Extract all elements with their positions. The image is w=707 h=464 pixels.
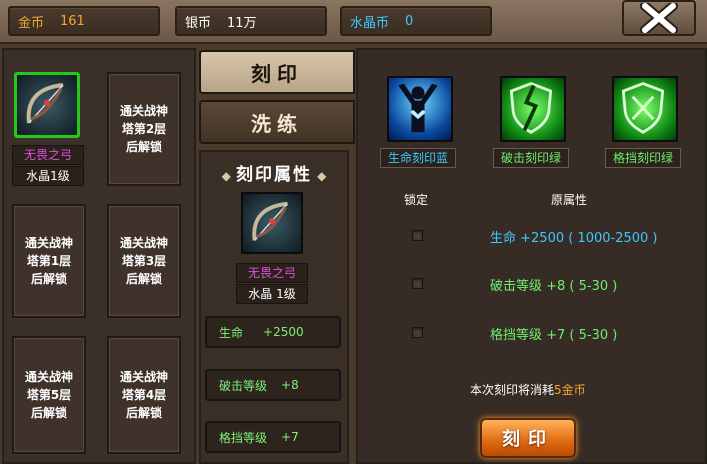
gold-currency: 金币 161 [8, 6, 160, 36]
unlock-hint-line: 塔第5层 [26, 388, 72, 402]
attr-value: +2500 [263, 325, 304, 339]
crystal-currency: 水晶币 0 [340, 6, 492, 36]
engrave-item-level: 水晶 1级 [236, 284, 308, 304]
unlock-hint-line: 后解锁 [125, 140, 162, 154]
broken-shield-icon [500, 76, 566, 142]
diamond-icon: ◆ [221, 169, 231, 183]
unlock-hint-line: 通关战神 [119, 236, 168, 250]
shield-icon [612, 76, 678, 142]
rune-slot-block[interactable] [612, 76, 678, 142]
engrave-item-name: 无畏之弓 [236, 263, 308, 283]
cost-text: 本次刻印将消耗5金币 [470, 381, 586, 398]
unlock-hint-line: 后解锁 [30, 406, 67, 420]
locked-slot[interactable]: 通关战神 塔第5层 后解锁 [12, 336, 86, 454]
unlock-hint-line: 通关战神 [119, 104, 168, 118]
equipped-item-level: 水晶1级 [12, 166, 84, 186]
attr-box-block: 格挡等级 +7 [205, 421, 341, 453]
unlock-hint-line: 后解锁 [125, 272, 162, 286]
close-icon [640, 3, 678, 33]
crystal-label: 水晶币 [350, 15, 390, 31]
unlock-hint-line: 通关战神 [119, 370, 168, 384]
rune-label-block: 格挡刻印绿 [605, 148, 681, 168]
rune-slot-crit[interactable] [500, 76, 566, 142]
attr-column-header: 原属性 [551, 193, 588, 207]
cost-amount: 5金币 [554, 383, 586, 397]
lock-checkbox[interactable] [412, 230, 423, 241]
silver-value: 11万 [227, 15, 257, 31]
locked-slot[interactable]: 通关战神 塔第1层 后解锁 [12, 204, 86, 318]
gold-label: 金币 [18, 15, 45, 31]
engrave-item-icon [241, 192, 303, 254]
unlock-hint-line: 后解锁 [125, 406, 162, 420]
original-attr-hp: 生命 +2500 ( 1000-2500 ) [490, 231, 658, 246]
close-button[interactable] [622, 0, 696, 36]
engrave-button-label: 刻印 [502, 429, 554, 450]
unlock-hint-line: 后解锁 [30, 272, 67, 286]
rune-label-crit: 破击刻印绿 [493, 148, 569, 168]
lock-checkbox[interactable] [412, 327, 423, 338]
unlock-hint-line: 通关战神 [24, 370, 73, 384]
engrave-attr-title: 刻印属性 [236, 165, 312, 185]
locked-slot[interactable]: 通关战神 塔第3层 后解锁 [107, 204, 181, 318]
diamond-icon: ◆ [317, 169, 327, 183]
engrave-button[interactable]: 刻印 [480, 418, 576, 458]
bow-icon [26, 83, 64, 124]
unlock-hint-line: 塔第1层 [26, 254, 72, 268]
attr-box-hp: 生命 +2500 [205, 316, 341, 348]
attr-name: 格挡等级 [219, 430, 268, 445]
unlock-hint-line: 通关战神 [24, 236, 73, 250]
locked-slot[interactable]: 通关战神 塔第4层 后解锁 [107, 336, 181, 454]
equipped-slot[interactable]: 无畏之弓 水晶1级 [12, 72, 86, 188]
attr-name: 生命 [219, 325, 244, 340]
silver-label: 银币 [185, 15, 212, 31]
crystal-value: 0 [405, 13, 414, 29]
equipped-item-name: 无畏之弓 [12, 145, 84, 165]
lock-checkbox[interactable] [412, 278, 423, 289]
unlock-hint-line: 塔第2层 [121, 122, 167, 136]
attr-box-crit: 破击等级 +8 [205, 369, 341, 401]
engrave-attr-header: ◆ 刻印属性 ◆ [199, 160, 349, 185]
lock-column-header: 锁定 [404, 193, 429, 207]
figure-icon [387, 76, 453, 142]
unlock-hint-line: 塔第3层 [121, 254, 167, 268]
tab-engrave[interactable]: 刻印 [199, 50, 355, 94]
attr-value: +8 [281, 378, 299, 392]
bow-icon [252, 201, 289, 241]
tab-refine[interactable]: 洗练 [199, 100, 355, 144]
locked-slot[interactable]: 通关战神 塔第2层 后解锁 [107, 72, 181, 186]
bow-item-icon[interactable] [14, 72, 80, 138]
original-attr-crit: 破击等级 +8 ( 5-30 ) [490, 279, 618, 294]
rune-slot-hp[interactable] [387, 76, 453, 142]
original-attr-block: 格挡等级 +7 ( 5-30 ) [490, 328, 618, 343]
gold-value: 161 [60, 13, 85, 29]
unlock-hint-line: 塔第4层 [121, 388, 167, 402]
rune-label-hp: 生命刻印蓝 [380, 148, 456, 168]
silver-currency: 银币 11万 [175, 6, 327, 36]
attr-value: +7 [281, 430, 299, 444]
attr-name: 破击等级 [219, 378, 268, 393]
cost-prefix: 本次刻印将消耗 [470, 383, 555, 397]
